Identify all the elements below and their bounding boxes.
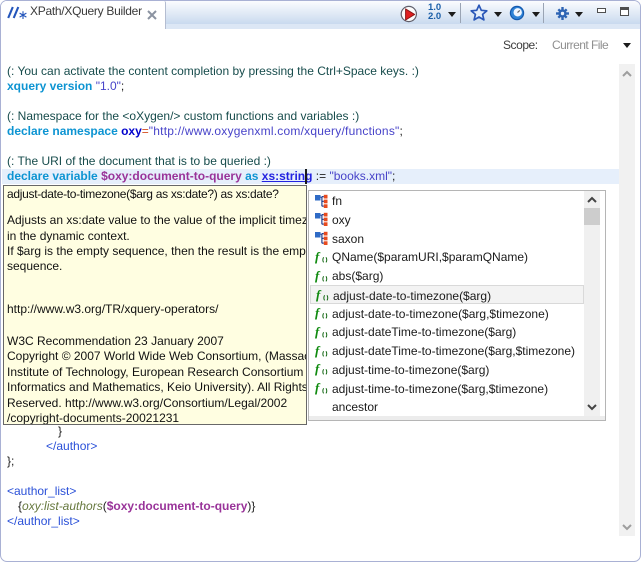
svg-text:f: f bbox=[315, 381, 321, 395]
svg-text:f: f bbox=[315, 306, 321, 320]
svg-text:f: f bbox=[315, 269, 321, 283]
svg-text:f: f bbox=[315, 344, 321, 358]
svg-text:f: f bbox=[315, 250, 321, 264]
svg-text:f: f bbox=[316, 288, 322, 302]
svg-text:f: f bbox=[315, 362, 321, 376]
svg-text:f: f bbox=[315, 325, 321, 339]
